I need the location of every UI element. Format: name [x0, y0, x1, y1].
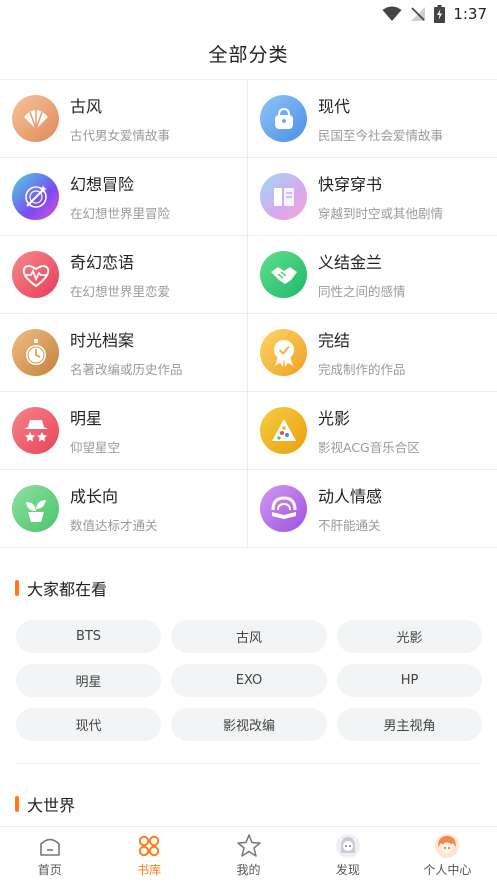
tag-button[interactable]: 古风	[171, 620, 327, 653]
category-desc: 穿越到时空或其他剧情	[318, 206, 444, 221]
category-title: 快穿穿书	[318, 175, 383, 194]
category-title: 动人情感	[318, 487, 383, 506]
medal-icon	[260, 329, 307, 376]
category-title: 古风	[70, 97, 103, 116]
category-title: 成长向	[70, 487, 119, 506]
category-gufeng[interactable]: 古风 古代男女爱情故事	[0, 80, 248, 158]
category-title: 完结	[318, 331, 351, 350]
tag-button[interactable]: 明星	[16, 664, 161, 697]
category-wanjie[interactable]: 完结 完成制作的作品	[248, 314, 497, 392]
popular-section-title: 大家都在看	[27, 580, 108, 599]
category-desc: 不肝能通关	[318, 518, 381, 533]
world-section-header: 大世界	[0, 792, 497, 816]
star-outline-icon	[236, 833, 262, 859]
battery-charging-icon	[434, 5, 446, 23]
category-desc: 古代男女爱情故事	[70, 128, 171, 143]
category-desc: 数值达标才通关	[70, 518, 158, 533]
category-desc: 影视ACG音乐合区	[318, 440, 420, 455]
home-icon	[38, 833, 62, 859]
category-shiguang-dangan[interactable]: 时光档案 名著改编或历史作品	[0, 314, 248, 392]
page-title: 全部分类	[208, 44, 289, 66]
category-kuaichuan-chuanshu[interactable]: 快穿穿书 穿越到时空或其他剧情	[248, 158, 497, 236]
tab-library[interactable]: 书库	[99, 827, 198, 883]
category-desc: 民国至今社会爱情故事	[318, 128, 444, 143]
bottom-tab-bar: 首页 书库 我的 发现 个人中心	[0, 826, 497, 883]
category-desc: 在幻想世界里冒险	[70, 206, 171, 221]
tab-profile[interactable]: 个人中心	[398, 827, 497, 883]
category-yijie-jinlan[interactable]: 义结金兰 同性之间的感情	[248, 236, 497, 314]
tag-button[interactable]: 光影	[337, 620, 482, 653]
category-huanxiang-maoxian[interactable]: 幻想冒险 在幻想世界里冒险	[0, 158, 248, 236]
world-section-title: 大世界	[27, 796, 76, 815]
popular-section-header: 大家都在看	[0, 576, 497, 600]
tab-label: 书库	[137, 862, 162, 877]
magic-circle-icon	[12, 173, 59, 220]
handbag-icon	[260, 95, 307, 142]
discover-avatar-icon	[335, 833, 361, 859]
tag-button[interactable]: EXO	[171, 664, 327, 697]
books-icon	[260, 173, 307, 220]
tab-home[interactable]: 首页	[0, 827, 99, 883]
tab-mine[interactable]: 我的	[199, 827, 298, 883]
tab-label: 我的	[236, 862, 261, 877]
tag-button[interactable]: 男主视角	[337, 708, 482, 741]
heartbeat-icon	[12, 251, 59, 298]
pocket-watch-icon	[12, 329, 59, 376]
category-title: 幻想冒险	[70, 175, 135, 194]
tag-button[interactable]: BTS	[16, 620, 161, 653]
shell-icon	[12, 95, 59, 142]
category-xiandai[interactable]: 现代 民国至今社会爱情故事	[248, 80, 497, 158]
category-title: 义结金兰	[318, 253, 383, 272]
no-signal-icon	[410, 6, 426, 22]
popular-tags: BTS 古风 光影 明星 EXO HP 现代 影视改编 男主视角	[0, 620, 497, 741]
tab-discover[interactable]: 发现	[298, 827, 397, 883]
category-title: 时光档案	[70, 331, 135, 350]
library-icon	[137, 833, 161, 859]
tag-button[interactable]: 现代	[16, 708, 161, 741]
tag-button[interactable]: HP	[337, 664, 482, 697]
category-desc: 仰望星空	[70, 440, 121, 455]
wifi-icon	[382, 6, 402, 22]
category-mingxing[interactable]: 明星 仰望星空	[0, 392, 248, 470]
palette-icon	[260, 407, 307, 454]
sprout-icon	[12, 485, 59, 532]
status-time: 1:37	[453, 5, 487, 23]
section-accent-bar	[15, 796, 19, 812]
category-chengzhang[interactable]: 成长向 数值达标才通关	[0, 470, 248, 548]
category-desc: 在幻想世界里恋爱	[70, 284, 171, 299]
tab-label: 发现	[335, 862, 360, 877]
category-desc: 同性之间的感情	[318, 284, 406, 299]
category-desc: 完成制作的作品	[318, 362, 406, 377]
rainbow-book-icon	[260, 485, 307, 532]
category-qihuan-lianyu[interactable]: 奇幻恋语 在幻想世界里恋爱	[0, 236, 248, 314]
category-title: 明星	[70, 409, 103, 428]
category-desc: 名著改编或历史作品	[70, 362, 183, 377]
category-grid: 古风 古代男女爱情故事 现代 民国至今社会爱情故事 幻想冒险 在幻想世界里冒险 …	[0, 80, 497, 548]
tag-button[interactable]: 影视改编	[171, 708, 327, 741]
handshake-icon	[260, 251, 307, 298]
category-title: 奇幻恋语	[70, 253, 135, 272]
tab-label: 个人中心	[423, 862, 472, 877]
page-header: 全部分类	[0, 28, 497, 80]
category-guangying[interactable]: 光影 影视ACG音乐合区	[248, 392, 497, 470]
tab-label: 首页	[37, 862, 62, 877]
status-bar: 1:37	[0, 0, 497, 28]
category-title: 现代	[318, 97, 351, 116]
section-accent-bar	[15, 580, 19, 596]
category-title: 光影	[318, 409, 351, 428]
category-dongren-qinggan[interactable]: 动人情感 不肝能通关	[248, 470, 497, 548]
profile-avatar-icon	[434, 833, 460, 859]
section-divider	[16, 763, 481, 764]
star-hat-icon	[12, 407, 59, 454]
